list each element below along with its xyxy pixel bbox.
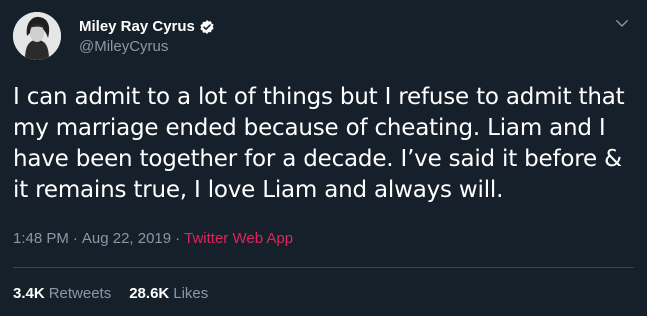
tweet-source-link[interactable]: Twitter Web App <box>184 230 293 247</box>
meta-separator-2: · <box>175 230 181 247</box>
likes-stat[interactable]: 28.6K Likes <box>129 285 208 302</box>
avatar-image <box>13 12 61 60</box>
chevron-down-icon[interactable] <box>613 14 631 32</box>
likes-label: Likes <box>173 285 209 302</box>
tweet-card: Miley Ray Cyrus @MileyCyrus I can admit … <box>0 0 647 316</box>
tweet-stats: 3.4K Retweets 28.6K Likes <box>13 285 226 302</box>
author-name-row[interactable]: Miley Ray Cyrus <box>79 18 215 35</box>
author-handle[interactable]: @MileyCyrus <box>79 38 168 55</box>
meta-separator: · <box>72 230 78 247</box>
likes-count: 28.6K <box>129 285 170 302</box>
retweets-label: Retweets <box>48 285 112 302</box>
retweets-count: 3.4K <box>13 285 45 302</box>
retweets-stat[interactable]: 3.4K Retweets <box>13 285 111 302</box>
verified-badge-icon <box>200 19 214 34</box>
tweet-text: I can admit to a lot of things but I ref… <box>13 84 625 203</box>
tweet-date[interactable]: Aug 22, 2019 <box>82 230 171 247</box>
author-display-name[interactable]: Miley Ray Cyrus <box>79 18 195 35</box>
stats-divider <box>13 267 634 268</box>
tweet-time[interactable]: 1:48 PM <box>13 230 69 247</box>
tweet-meta: 1:48 PM · Aug 22, 2019 · Twitter Web App <box>13 230 293 247</box>
profile-avatar[interactable] <box>13 12 61 60</box>
